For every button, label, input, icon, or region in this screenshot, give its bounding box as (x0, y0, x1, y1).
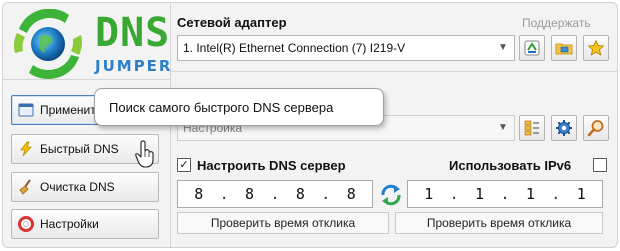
secondary-dns-input[interactable]: 1 . 1 . 1 . 1 (407, 180, 603, 208)
flush-dns-button-label: Очистка DNS (40, 180, 115, 194)
secondary-dns-octet-3: 1 (525, 185, 535, 203)
check-secondary-ping-button[interactable]: Проверить время отклика (395, 212, 603, 234)
support-link[interactable]: Поддержать (522, 16, 591, 30)
globe-logo-icon (14, 8, 82, 79)
lightning-icon (18, 141, 34, 157)
sidebar-divider (3, 79, 170, 80)
check-icon: ✓ (179, 159, 189, 171)
star-icon (587, 39, 605, 56)
custom-dns-checkbox[interactable]: ✓ (177, 158, 191, 172)
adapter-select-value: 1. Intel(R) Ethernet Connection (7) I219… (183, 41, 406, 55)
settings-button-label: Настройки (40, 217, 99, 231)
favorite-button[interactable] (583, 35, 609, 61)
secondary-dns-octet-2: 1 (475, 185, 485, 203)
primary-dns-input[interactable]: 8 . 8 . 8 . 8 (177, 180, 373, 208)
swap-arrows-icon (381, 184, 401, 206)
apply-button-label: Применить (40, 103, 103, 117)
custom-dns-label: Настроить DNS сервер (197, 158, 346, 173)
refresh-adapter-button[interactable] (519, 35, 545, 61)
secondary-dns-octet-4: 1 (576, 185, 586, 203)
settings-lifebuoy-icon (18, 216, 34, 232)
search-icon (587, 120, 604, 137)
network-folder-icon (555, 43, 573, 55)
dns-search-button[interactable] (583, 115, 609, 141)
adapter-divider (171, 71, 617, 72)
network-connections-button[interactable] (551, 35, 577, 61)
tooltip-text: Поиск самого быстрого DNS сервера (109, 99, 334, 115)
broom-icon (18, 179, 34, 195)
refresh-adapter-icon (524, 40, 540, 56)
logo-subtitle: JUMPER (95, 57, 173, 75)
dns-settings-button[interactable] (551, 115, 577, 141)
dns-list-button[interactable] (519, 115, 545, 141)
fast-dns-tooltip: Поиск самого быстрого DNS сервера (94, 88, 384, 126)
primary-dns-octet-4: 8 (346, 185, 356, 203)
ipv6-checkbox[interactable] (593, 158, 607, 172)
gear-icon (556, 120, 572, 136)
swap-dns-button[interactable] (379, 184, 403, 206)
apply-icon (18, 102, 34, 118)
adapter-select[interactable]: 1. Intel(R) Ethernet Connection (7) I219… (177, 35, 515, 61)
fast-dns-button-label: Быстрый DNS (40, 142, 119, 156)
hand-cursor-icon (135, 140, 154, 168)
list-icon (524, 120, 539, 136)
settings-button[interactable]: Настройки (11, 209, 159, 239)
secondary-dns-octet-1: 1 (424, 185, 434, 203)
check-primary-ping-button[interactable]: Проверить время отклика (177, 212, 389, 234)
primary-dns-octet-2: 8 (245, 185, 255, 203)
primary-dns-octet-3: 8 (295, 185, 305, 203)
adapter-label: Сетевой адаптер (177, 15, 287, 30)
primary-dns-octet-1: 8 (194, 185, 204, 203)
logo-title: DNS (95, 10, 171, 56)
chevron-down-icon: ▼ (498, 42, 508, 53)
ipv6-label: Использовать IPv6 (449, 158, 572, 173)
chevron-down-icon: ▼ (498, 122, 508, 133)
flush-dns-button[interactable]: Очистка DNS (11, 172, 159, 202)
app-logo: DNS JUMPER (9, 8, 170, 79)
